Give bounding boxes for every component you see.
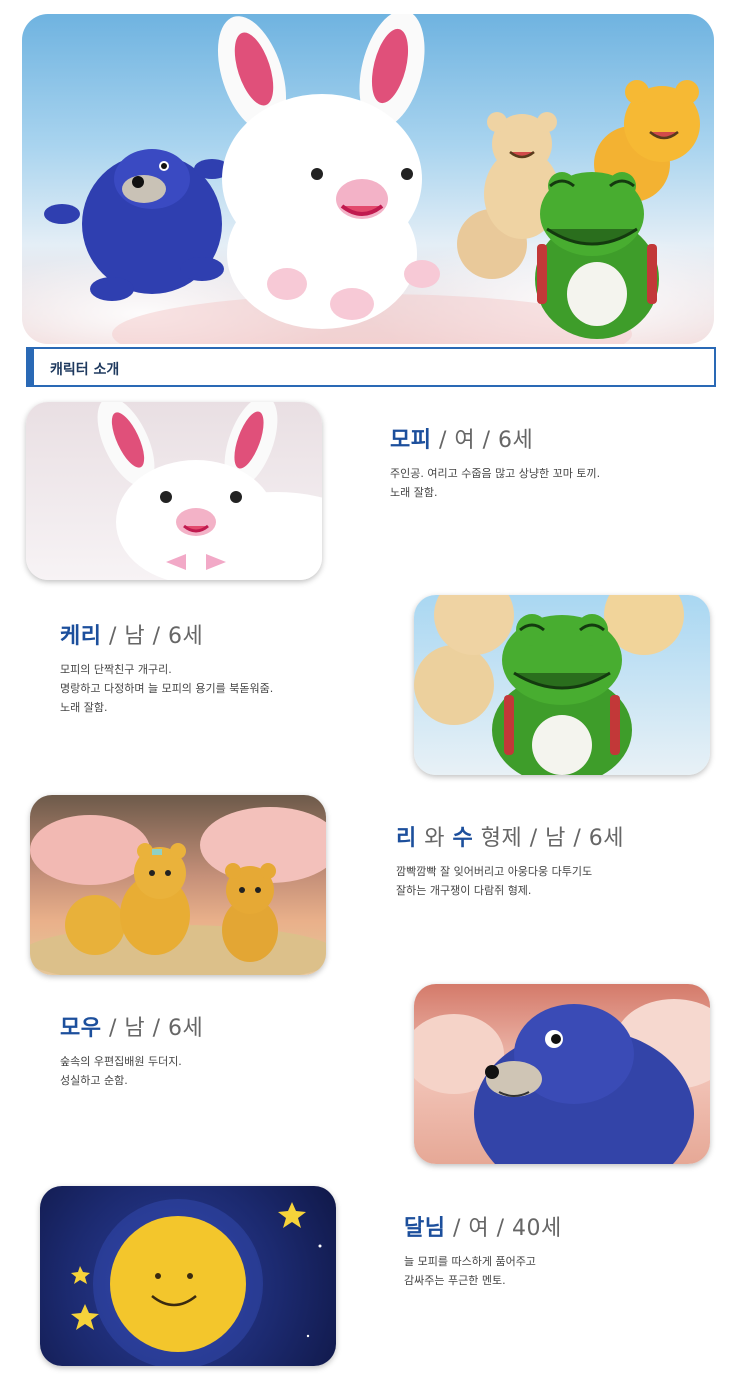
keri-photo bbox=[414, 595, 710, 775]
mopi-info: 모피 / 여 / 6세 주인공. 여리고 수줍음 많고 상냥한 꼬마 토끼. 노… bbox=[390, 422, 600, 502]
mou-description: 숲속의 우편집배원 두더지. 성실하고 순함. bbox=[60, 1052, 203, 1090]
risu-photo bbox=[30, 795, 326, 975]
mou-details: / 남 / 6세 bbox=[101, 1016, 204, 1041]
section-header: 캐릭터 소개 bbox=[26, 347, 716, 387]
dalnim-description: 늘 모피를 따스하게 품어주고 감싸주는 푸근한 멘토. bbox=[404, 1252, 562, 1290]
keri-desc-line: 모피의 단짝친구 개구리. bbox=[60, 663, 172, 676]
keri-name: 케리 bbox=[60, 624, 102, 649]
risu-headline: 리 와 수 형제 / 남 / 6세 bbox=[396, 820, 624, 852]
section-accent bbox=[28, 349, 34, 385]
keri-desc-line: 명랑하고 다정하며 늘 모피의 용기를 북돋워줌. bbox=[60, 682, 274, 695]
keri-info: 케리 / 남 / 6세 모피의 단짝친구 개구리. 명랑하고 다정하며 늘 모피… bbox=[60, 618, 273, 717]
hero-banner bbox=[22, 14, 714, 344]
risu-description: 깜빡깜빡 잘 잊어버리고 아웅다웅 다투기도 잘하는 개구쟁이 다람쥐 형제. bbox=[396, 862, 624, 900]
risu-connector: 와 bbox=[416, 826, 453, 851]
mopi-details: / 여 / 6세 bbox=[431, 428, 534, 453]
ri-name: 리 bbox=[396, 826, 417, 851]
mou-desc-line: 성실하고 순함. bbox=[60, 1074, 128, 1087]
mopi-desc-line: 주인공. 여리고 수줍음 많고 상냥한 꼬마 토끼. bbox=[390, 467, 601, 480]
dalnim-info: 달님 / 여 / 40세 늘 모피를 따스하게 품어주고 감싸주는 푸근한 멘토… bbox=[404, 1210, 562, 1290]
keri-headline: 케리 / 남 / 6세 bbox=[60, 618, 273, 650]
risu-details: 형제 / 남 / 6세 bbox=[473, 826, 624, 851]
su-name: 수 bbox=[452, 826, 474, 851]
mopi-name: 모피 bbox=[390, 428, 432, 453]
mopi-description: 주인공. 여리고 수줍음 많고 상냥한 꼬마 토끼. 노래 잘함. bbox=[390, 464, 600, 502]
dalnim-desc-line: 늘 모피를 따스하게 품어주고 bbox=[404, 1255, 536, 1268]
dalnim-photo bbox=[40, 1186, 336, 1366]
mou-headline: 모우 / 남 / 6세 bbox=[60, 1010, 203, 1042]
bunny-character bbox=[217, 14, 440, 329]
hero-illustration bbox=[22, 14, 714, 344]
dalnim-headline: 달님 / 여 / 40세 bbox=[404, 1210, 562, 1242]
mou-desc-line: 숲속의 우편집배원 두더지. bbox=[60, 1055, 182, 1068]
risu-desc-line: 깜빡깜빡 잘 잊어버리고 아웅다웅 다투기도 bbox=[396, 865, 593, 878]
mopi-desc-line: 노래 잘함. bbox=[390, 486, 438, 499]
keri-desc-line: 노래 잘함. bbox=[60, 701, 108, 714]
dalnim-details: / 여 / 40세 bbox=[445, 1216, 562, 1241]
dalnim-desc-line: 감싸주는 푸근한 멘토. bbox=[404, 1274, 506, 1287]
keri-description: 모피의 단짝친구 개구리. 명랑하고 다정하며 늘 모피의 용기를 북돋워줌. … bbox=[60, 660, 273, 717]
mou-photo bbox=[414, 984, 710, 1164]
dalnim-name: 달님 bbox=[404, 1216, 446, 1241]
risu-desc-line: 잘하는 개구쟁이 다람쥐 형제. bbox=[396, 884, 532, 897]
risu-info: 리 와 수 형제 / 남 / 6세 깜빡깜빡 잘 잊어버리고 아웅다웅 다투기도… bbox=[396, 820, 624, 900]
keri-details: / 남 / 6세 bbox=[101, 624, 204, 649]
section-title: 캐릭터 소개 bbox=[50, 362, 120, 378]
mou-name: 모우 bbox=[60, 1016, 102, 1041]
mopi-photo bbox=[26, 402, 322, 580]
mopi-headline: 모피 / 여 / 6세 bbox=[390, 422, 600, 454]
mou-info: 모우 / 남 / 6세 숲속의 우편집배원 두더지. 성실하고 순함. bbox=[60, 1010, 203, 1090]
